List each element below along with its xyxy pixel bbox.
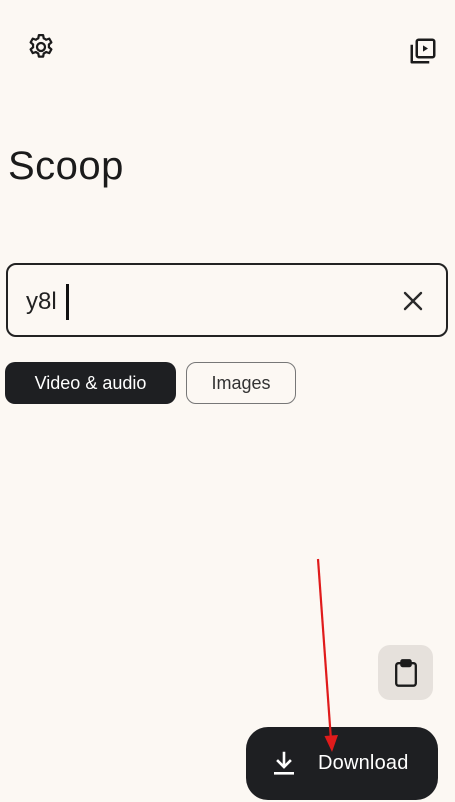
- clipboard-icon: [394, 658, 417, 687]
- filter-chip-images[interactable]: Images: [186, 362, 296, 404]
- filter-chip-video-audio[interactable]: Video & audio: [5, 362, 176, 404]
- clear-button[interactable]: [394, 282, 432, 320]
- text-cursor: [66, 284, 69, 320]
- download-button[interactable]: Download: [246, 727, 438, 800]
- download-label: Download: [318, 752, 409, 774]
- settings-button[interactable]: [22, 28, 60, 66]
- gear-icon: [29, 34, 53, 58]
- paste-button[interactable]: [378, 645, 433, 700]
- page-title: Scoop: [8, 144, 124, 188]
- video-library-button[interactable]: [404, 32, 442, 70]
- video-library-icon: [410, 38, 436, 64]
- search-box[interactable]: [6, 263, 448, 337]
- search-input[interactable]: [26, 283, 386, 321]
- close-icon: [403, 291, 423, 311]
- download-icon: [274, 751, 294, 775]
